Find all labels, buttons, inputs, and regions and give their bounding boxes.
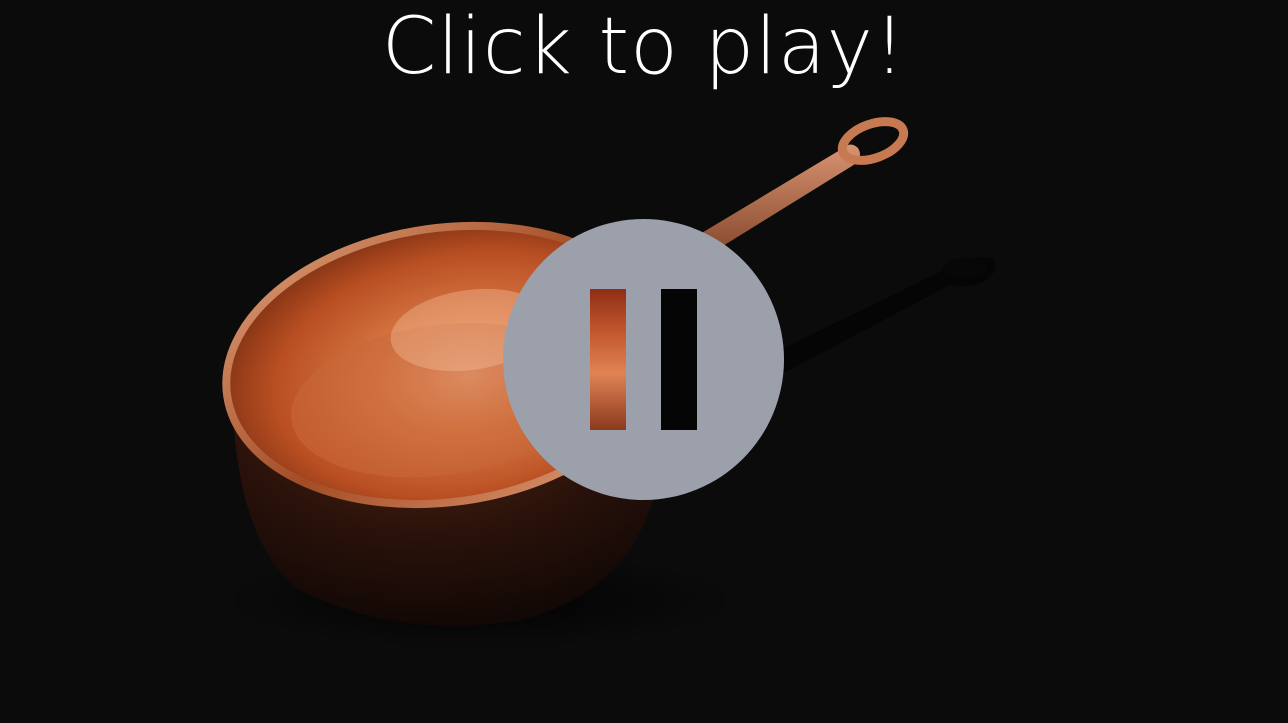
pause-icon xyxy=(590,289,697,430)
player-stage[interactable]: Click to play! xyxy=(0,0,1288,723)
pause-bar-left xyxy=(590,289,626,430)
play-pause-button[interactable] xyxy=(503,219,784,500)
pause-bar-right xyxy=(661,289,697,430)
handle-loop xyxy=(837,117,909,165)
